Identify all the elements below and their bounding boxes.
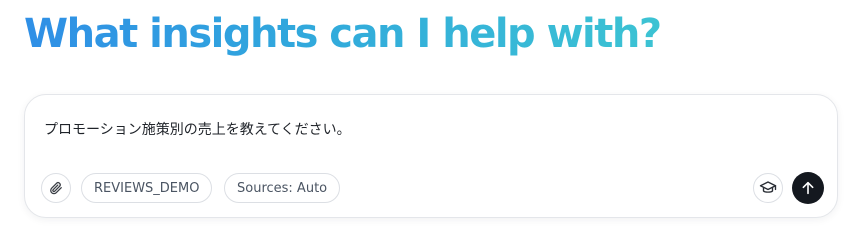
- attach-button[interactable]: [41, 173, 71, 203]
- learn-button[interactable]: [753, 173, 783, 203]
- prompt-input[interactable]: プロモーション施策別の売上を教えてください。: [44, 119, 351, 139]
- send-button[interactable]: [792, 172, 824, 204]
- arrow-up-icon: [800, 180, 816, 196]
- paperclip-icon: [49, 181, 63, 195]
- graduation-cap-icon: [759, 179, 777, 197]
- dataset-chip[interactable]: REVIEWS_DEMO: [81, 173, 213, 203]
- sources-chip[interactable]: Sources: Auto: [224, 173, 341, 203]
- prompt-composer: プロモーション施策別の売上を教えてください。 REVIEWS_DEMO Sour…: [24, 94, 838, 218]
- page-headline: What insights can I help with?: [24, 4, 662, 64]
